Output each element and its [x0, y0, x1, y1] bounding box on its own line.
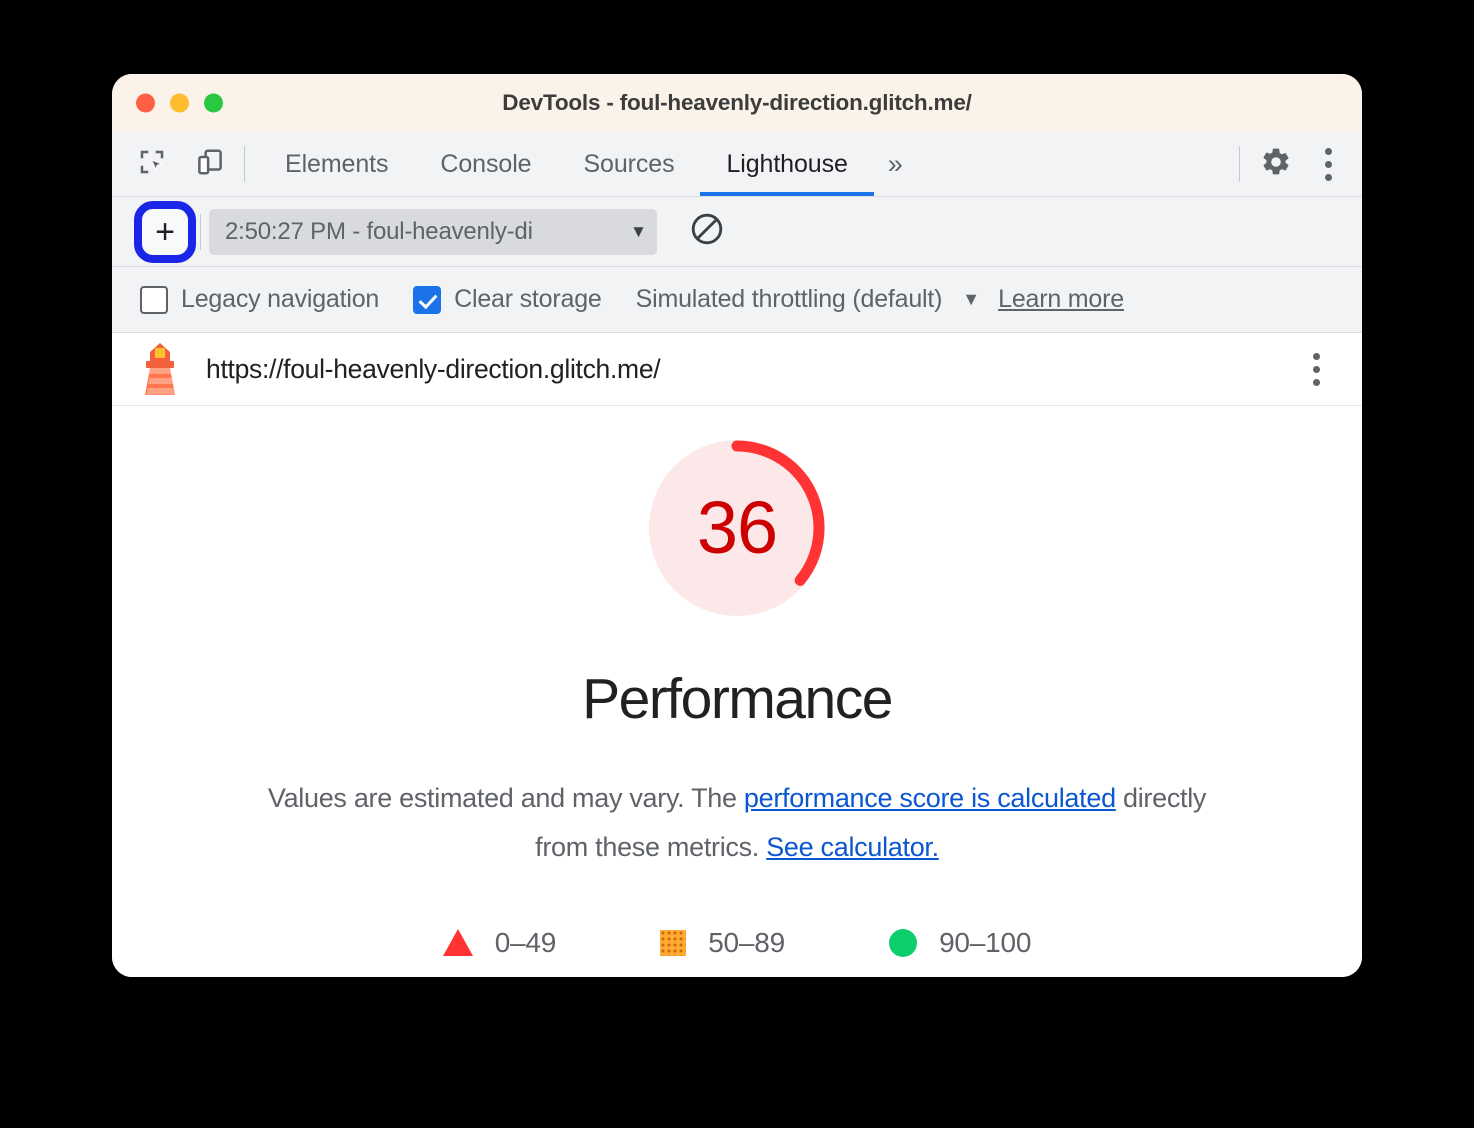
devtools-window: DevTools - foul-heavenly-direction.glitc… [112, 74, 1362, 977]
device-toolbar-icon [195, 147, 225, 182]
legend-label-fail: 0–49 [494, 926, 557, 958]
clear-storage-checkbox[interactable]: Clear storage [413, 285, 602, 314]
chevron-double-right-icon: » [887, 148, 903, 179]
window-titlebar: DevTools - foul-heavenly-direction.glitc… [112, 74, 1362, 132]
legend-label-pass: 90–100 [939, 926, 1032, 958]
kebab-dot-icon [1312, 378, 1320, 386]
tab-lighthouse-label: Lighthouse [726, 149, 848, 178]
score-legend: 0–49 50–89 90–100 [442, 926, 1031, 959]
traffic-lights [136, 93, 223, 113]
new-audit-button[interactable]: + [141, 207, 189, 256]
kebab-dot-icon [1312, 365, 1320, 373]
settings-button[interactable] [1254, 142, 1298, 186]
tabbar-right-divider [1239, 146, 1240, 182]
throttling-label: Simulated throttling (default) [635, 285, 943, 313]
tabbar-right-actions [1227, 132, 1362, 196]
report-select-value: 2:50:27 PM - foul-heavenly-di [225, 217, 533, 245]
clear-all-icon [689, 211, 725, 252]
devtools-tabbar: Elements Console Sources Lighthouse » [112, 132, 1362, 197]
clear-storage-label: Clear storage [454, 285, 602, 313]
tab-console[interactable]: Console [414, 132, 557, 196]
performance-score-gauge: 36 [637, 428, 837, 628]
chevron-down-icon: ▼ [962, 289, 981, 309]
tab-elements[interactable]: Elements [259, 132, 414, 196]
triangle-fail-icon [442, 929, 473, 957]
inspect-element-button[interactable] [130, 142, 174, 186]
new-audit-wrap: + [134, 200, 196, 263]
inspect-element-icon [137, 147, 167, 182]
tabbar-tabs: Elements Console Sources Lighthouse » [259, 132, 917, 196]
throttling-select[interactable]: Simulated throttling (default) ▼ [636, 285, 981, 314]
lighthouse-icon [136, 341, 184, 397]
score-description: Values are estimated and may vary. The p… [247, 774, 1227, 873]
checkbox-checked-icon [413, 285, 442, 314]
kebab-dot-icon [1324, 160, 1332, 168]
tab-sources-label: Sources [583, 149, 675, 178]
maximize-window-button[interactable] [204, 93, 223, 113]
kebab-dot-icon [1312, 352, 1320, 360]
tab-elements-label: Elements [285, 149, 389, 178]
description-prefix: Values are estimated and may vary. The [267, 783, 744, 813]
clear-all-button[interactable] [681, 206, 733, 258]
see-calculator-link[interactable]: See calculator. [766, 832, 939, 862]
report-body: 36 Performance Values are estimated and … [112, 406, 1362, 977]
performance-score-value: 36 [696, 486, 778, 569]
performance-score-calculated-link[interactable]: performance score is calculated [744, 783, 1116, 813]
tab-console-label: Console [440, 149, 532, 178]
legend-label-average: 50–89 [708, 926, 786, 958]
report-header: https://foul-heavenly-direction.glitch.m… [112, 333, 1362, 406]
lighthouse-optionsbar: Legacy navigation Clear storage Simulate… [112, 267, 1362, 333]
legend-item-average: 50–89 [660, 927, 785, 959]
legend-item-pass: 90–100 [889, 927, 1031, 959]
minimize-window-button[interactable] [170, 93, 189, 113]
actionbar-divider [200, 213, 201, 250]
legend-item-fail: 0–49 [442, 926, 557, 959]
plus-icon: + [155, 212, 175, 251]
window-title: DevTools - foul-heavenly-direction.glitc… [502, 90, 972, 115]
checkbox-icon [140, 285, 168, 314]
category-title: Performance [582, 667, 893, 731]
gear-icon [1260, 146, 1292, 183]
tabbar-tools [112, 132, 232, 196]
device-toolbar-button[interactable] [188, 142, 232, 186]
tabbar-divider [244, 146, 245, 182]
screenshot-stage: DevTools - foul-heavenly-direction.glitc… [0, 0, 1474, 1128]
tab-lighthouse[interactable]: Lighthouse [700, 132, 875, 196]
learn-more-link[interactable]: Learn more [998, 285, 1124, 314]
devtools-main-menu-button[interactable] [1308, 140, 1348, 188]
tab-sources[interactable]: Sources [557, 132, 700, 196]
report-url: https://foul-heavenly-direction.glitch.m… [206, 353, 661, 384]
close-window-button[interactable] [136, 93, 155, 113]
more-tabs-button[interactable]: » [874, 132, 917, 196]
circle-pass-icon [889, 928, 918, 957]
kebab-dot-icon [1324, 173, 1332, 181]
square-average-icon [660, 929, 687, 956]
report-select[interactable]: 2:50:27 PM - foul-heavenly-di ▼ [209, 208, 657, 255]
legacy-navigation-label: Legacy navigation [181, 285, 380, 313]
legacy-navigation-checkbox[interactable]: Legacy navigation [140, 285, 379, 314]
chevron-down-icon: ▼ [630, 221, 647, 241]
lighthouse-actionbar: + 2:50:27 PM - foul-heavenly-di ▼ [112, 197, 1362, 267]
kebab-dot-icon [1324, 147, 1332, 155]
report-menu-button[interactable] [1296, 345, 1336, 393]
